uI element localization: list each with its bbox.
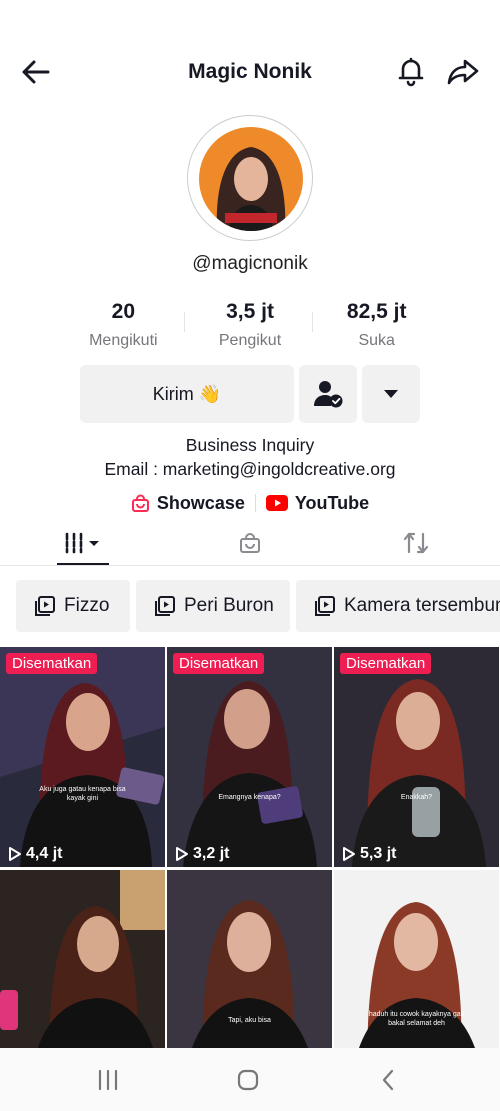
profile-stats: 20 Mengikuti 3,5 jt Pengikut 82,5 jt Suk… <box>60 300 440 352</box>
video-thumbnail[interactable]: haduh itu cowok kayaknya gak bakal selam… <box>334 870 499 1048</box>
likes-stat[interactable]: 82,5 jt Suka <box>313 300 440 352</box>
youtube-icon <box>265 495 288 511</box>
message-button[interactable]: Kirim 👋 <box>80 365 294 423</box>
shopping-bag-icon <box>240 533 260 553</box>
likes-count: 82,5 jt <box>346 300 407 323</box>
playlist-label: Peri Buron <box>184 595 274 616</box>
view-count: 3,2 jt <box>175 845 229 863</box>
pinned-badge: Disematkan <box>6 653 98 674</box>
video-thumbnail[interactable] <box>0 870 165 1048</box>
video-thumbnail[interactable]: Disematkan Aku juga gatau kenapa bisa ka… <box>0 647 165 867</box>
view-count-value: 4,4 jt <box>26 845 63 862</box>
following-label: Mengikuti <box>89 332 158 349</box>
home-button[interactable] <box>228 1066 268 1094</box>
following-stat[interactable]: 20 Mengikuti <box>60 300 187 352</box>
video-thumbnail[interactable]: Disematkan Enakkah? 5,3 jt <box>334 647 499 867</box>
active-tab-indicator <box>57 563 109 565</box>
pinned-badge: Disematkan <box>173 653 265 674</box>
video-caption: Tapi, aku bisa <box>228 1017 271 1024</box>
pinned-badge: Disematkan <box>340 653 432 674</box>
play-icon <box>9 847 21 861</box>
avatar-photo <box>199 127 303 231</box>
playlist-chip[interactable]: Peri Buron <box>136 580 290 632</box>
following-count: 20 <box>111 300 136 323</box>
recent-apps-button[interactable] <box>88 1066 128 1094</box>
playlist-chip[interactable]: Fizzo <box>16 580 130 632</box>
showcase-link[interactable]: Showcase <box>131 493 245 514</box>
stat-divider <box>184 312 185 332</box>
video-thumbnail[interactable]: Tapi, aku bisa <box>167 870 332 1048</box>
followers-count: 3,5 jt <box>226 300 274 323</box>
playlist-icon <box>315 596 335 616</box>
video-grid-icon <box>65 532 99 554</box>
video-grid: Disematkan Aku juga gatau kenapa bisa ka… <box>0 647 500 1048</box>
video-still <box>334 647 499 867</box>
view-count: 5,3 jt <box>342 845 396 863</box>
profile-bio: Business Inquiry Email : marketing@ingol… <box>0 433 500 481</box>
play-icon <box>176 847 188 861</box>
youtube-link[interactable]: YouTube <box>265 492 370 514</box>
followers-label: Pengikut <box>218 332 282 349</box>
chevron-left-icon <box>382 1069 394 1091</box>
playlist-icon <box>35 596 55 616</box>
video-caption: haduh itu cowok kayaknya gak bakal selam… <box>368 1011 465 1027</box>
user-check-icon <box>314 381 343 408</box>
username-handle: @magicnonik <box>192 253 308 274</box>
view-count-value: 3,2 jt <box>193 845 230 862</box>
bio-email: Email : marketing@ingoldcreative.org <box>104 459 396 479</box>
shopping-bag-icon <box>131 494 149 512</box>
video-caption: Aku juga gatau kenapa bisa kayak gini <box>39 786 126 802</box>
tab-videos[interactable] <box>57 520 109 566</box>
bio-line: Business Inquiry <box>185 435 315 455</box>
view-count: 4,4 jt <box>8 845 62 863</box>
stat-divider <box>312 312 313 332</box>
showcase-label: Showcase <box>156 492 245 513</box>
bell-icon <box>398 57 424 87</box>
more-options-button[interactable] <box>362 365 420 423</box>
top-bar: Magic Nonik <box>0 48 500 96</box>
content-tabs <box>0 520 500 566</box>
share-arrow-icon <box>447 59 479 85</box>
share-button[interactable] <box>444 54 482 88</box>
video-caption: Emangnya kenapa? <box>218 794 281 801</box>
video-still <box>0 870 165 1048</box>
tab-reposts[interactable] <box>396 520 436 566</box>
video-still <box>0 647 165 867</box>
repost-icon <box>403 532 429 554</box>
home-icon <box>237 1069 259 1091</box>
playlist-chip[interactable]: Kamera tersembunyi <box>296 580 500 632</box>
profile-links: Showcase YouTube <box>0 490 500 516</box>
playlist-label: Kamera tersembunyi <box>344 595 500 616</box>
following-status-button[interactable] <box>299 365 357 423</box>
video-caption: Enakkah? <box>400 794 433 801</box>
play-icon <box>343 847 355 861</box>
playlist-icon <box>155 596 175 616</box>
recent-apps-icon <box>98 1069 118 1091</box>
system-nav-bar <box>0 1048 500 1111</box>
video-thumbnail[interactable]: Disematkan Emangnya kenapa? 3,2 jt <box>167 647 332 867</box>
notification-button[interactable] <box>394 54 428 88</box>
profile-avatar[interactable] <box>187 115 313 241</box>
playlist-row: Fizzo Peri Buron Kamera tersembunyi <box>16 580 500 632</box>
caret-down-icon <box>384 390 398 398</box>
playlist-label: Fizzo <box>64 595 110 616</box>
system-back-button[interactable] <box>368 1066 408 1094</box>
video-still <box>167 647 332 867</box>
view-count-value: 5,3 jt <box>360 845 397 862</box>
likes-label: Suka <box>358 332 395 349</box>
followers-stat[interactable]: 3,5 jt Pengikut <box>187 300 314 352</box>
link-divider <box>254 494 256 512</box>
tab-shop[interactable] <box>230 520 270 566</box>
youtube-label: YouTube <box>294 492 370 513</box>
